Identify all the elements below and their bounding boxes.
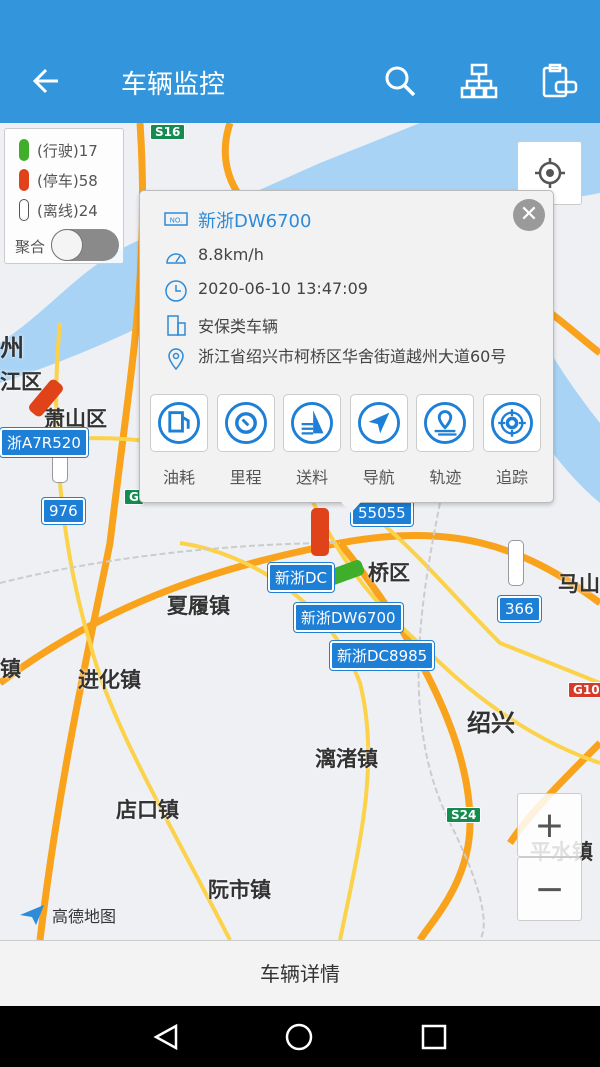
action-navigation[interactable]: 导航 xyxy=(349,394,408,488)
action-delivery[interactable]: 送料 xyxy=(283,394,342,488)
target-icon xyxy=(491,402,533,444)
system-nav-bar xyxy=(0,1006,600,1067)
navigation-icon xyxy=(357,402,400,444)
place-label: 阮市镇 xyxy=(208,878,271,902)
amap-logo: 高德地图 xyxy=(18,903,116,927)
action-label: 里程 xyxy=(229,468,262,487)
header: 车辆监控 xyxy=(0,0,600,123)
vehicle-address: 浙江省绍兴市柯桥区华舍街道越州大道60号 xyxy=(198,347,507,366)
action-fuel[interactable]: 油耗 xyxy=(150,394,208,488)
clock-icon xyxy=(165,280,187,302)
place-label: 江区 xyxy=(0,370,42,394)
action-track[interactable]: 轨迹 xyxy=(416,394,475,488)
vehicle-marker-offline[interactable] xyxy=(508,540,524,586)
action-target[interactable]: 追踪 xyxy=(483,394,541,488)
place-label: 桥区 xyxy=(368,561,410,585)
action-label: 追踪 xyxy=(495,468,528,487)
arrow-left-icon[interactable] xyxy=(28,62,66,100)
search-icon[interactable] xyxy=(381,62,419,100)
map-view[interactable]: S16 G S24 G104 州 江区 萧山区 夏履镇 进化镇 镇 桥区 马山 … xyxy=(0,123,600,940)
place-label: 镇 xyxy=(0,657,21,681)
place-label: 漓渚镇 xyxy=(315,747,378,771)
popup-pointer xyxy=(341,502,361,513)
highway-shield: S24 xyxy=(446,807,482,823)
vehicle-plate-label[interactable]: 浙A7R520 xyxy=(0,427,89,458)
vehicle-plate: 新浙DW6700 xyxy=(198,211,312,232)
building-icon xyxy=(167,315,186,336)
place-label: 州 xyxy=(0,334,24,362)
car-offline-icon xyxy=(19,199,29,221)
vehicle-status-legend: (行驶)17 (停车)58 (离线)24 聚合 xyxy=(4,128,124,264)
recents-nav-icon[interactable] xyxy=(420,1023,448,1051)
cluster-toggle[interactable] xyxy=(51,229,119,261)
place-label: 绍兴 xyxy=(467,709,515,737)
vehicle-plate-label[interactable]: 366 xyxy=(497,595,542,623)
vehicle-report-icon[interactable] xyxy=(540,62,578,100)
plate-number-icon: NO. xyxy=(164,212,188,226)
amap-logo-text: 高德地图 xyxy=(52,907,117,926)
cluster-label: 聚合 xyxy=(15,238,46,256)
legend-parked: (停车)58 xyxy=(37,171,98,190)
home-nav-icon[interactable] xyxy=(285,1023,313,1051)
close-popup-button[interactable]: ✕ xyxy=(513,199,545,231)
vehicle-info-popup: ✕ NO. 新浙DW6700 8.8km/h 2020-06-10 13:47:0… xyxy=(139,190,554,513)
gps-time: 2020-06-10 13:47:09 xyxy=(198,279,368,298)
location-pin-icon xyxy=(168,348,184,371)
back-nav-icon[interactable] xyxy=(152,1023,180,1051)
zoom-out-button[interactable]: − xyxy=(517,857,582,921)
page-title: 车辆监控 xyxy=(121,70,226,100)
car-parked-icon xyxy=(19,169,29,191)
delivery-icon xyxy=(291,402,334,444)
place-label: 夏履镇 xyxy=(167,594,230,618)
place-label: 进化镇 xyxy=(78,668,141,692)
place-label: 店口镇 xyxy=(116,798,179,822)
fuel-icon xyxy=(158,402,200,444)
zoom-in-button[interactable]: + xyxy=(517,793,582,857)
highway-shield: G104 xyxy=(568,682,600,698)
action-label: 轨迹 xyxy=(429,468,462,487)
speedometer-icon xyxy=(166,253,186,264)
odometer-icon xyxy=(224,402,267,444)
vehicle-details-button[interactable]: 车辆详情 xyxy=(0,940,600,1006)
action-label: 油耗 xyxy=(162,468,195,487)
vehicle-plate-label[interactable]: 新浙DC8985 xyxy=(328,640,436,671)
org-tree-icon[interactable] xyxy=(460,62,498,100)
locate-icon xyxy=(534,158,565,188)
vehicle-marker-parked[interactable] xyxy=(311,508,329,556)
vehicle-plate-label[interactable]: 新浙DW6700 xyxy=(293,602,404,633)
amap-logo-icon xyxy=(20,905,44,925)
action-label: 送料 xyxy=(296,468,329,487)
svg-text:NO.: NO. xyxy=(170,217,183,225)
action-odometer[interactable]: 里程 xyxy=(216,394,275,488)
vehicle-speed: 8.8km/h xyxy=(198,245,264,264)
track-icon xyxy=(424,402,467,444)
vehicle-type: 安保类车辆 xyxy=(198,317,279,336)
car-moving-icon xyxy=(19,139,29,161)
legend-offline: (离线)24 xyxy=(37,201,98,220)
legend-moving: (行驶)17 xyxy=(37,141,98,160)
highway-shield: S16 xyxy=(150,124,186,140)
vehicle-plate-label[interactable]: 976 xyxy=(41,497,86,525)
vehicle-plate-label[interactable]: 新浙DC xyxy=(266,562,336,593)
action-label: 导航 xyxy=(362,468,395,487)
place-label: 马山 xyxy=(558,572,600,596)
